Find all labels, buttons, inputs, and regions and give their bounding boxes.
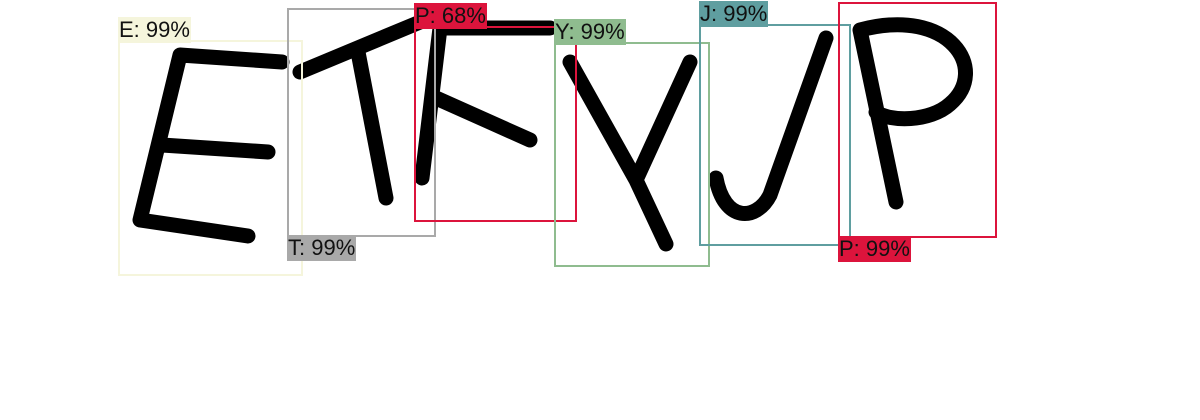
detection-label-e: E: 99% [118,17,191,43]
detection-box-p [838,2,997,238]
detection-box-j [699,24,851,246]
detection-box-p-low [414,26,577,222]
detection-label-p: P: 99% [838,236,911,262]
detection-box-y [554,42,710,267]
detection-label-t: T: 99% [287,235,357,261]
detection-box-e [118,40,303,276]
detection-label-p-low: P: 68% [414,3,487,29]
detection-label-y: Y: 99% [554,19,626,45]
detection-label-j: J: 99% [699,1,769,27]
